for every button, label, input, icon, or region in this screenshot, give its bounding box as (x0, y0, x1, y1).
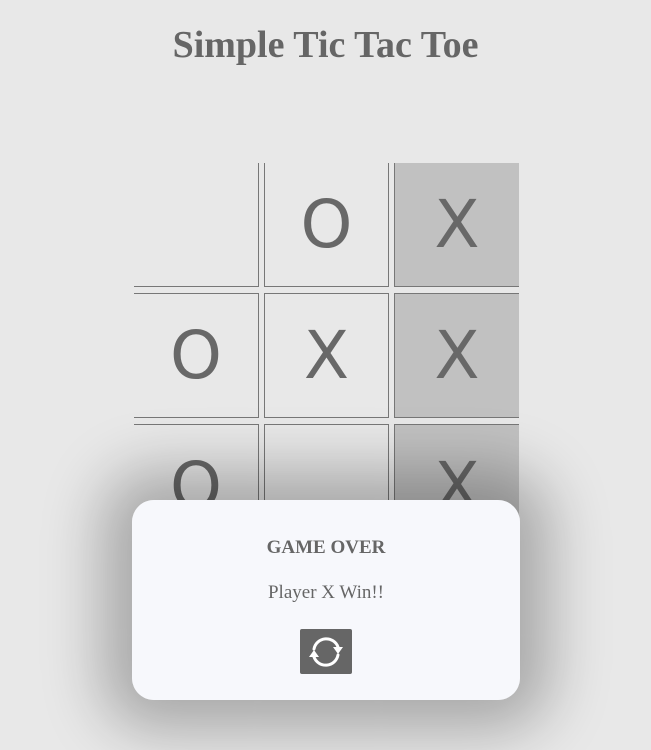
board-cell[interactable]: X (264, 293, 389, 418)
board-cell[interactable]: X (394, 163, 519, 287)
board-cell[interactable]: X (394, 293, 519, 418)
game-over-modal: GAME OVER Player X Win!! (132, 500, 520, 700)
winner-message: Player X Win!! (267, 582, 385, 603)
board-cell[interactable]: O (264, 163, 389, 287)
board-cell[interactable] (134, 163, 259, 287)
board-cell[interactable]: O (134, 293, 259, 418)
restart-button[interactable] (300, 629, 352, 674)
refresh-icon (309, 636, 343, 667)
modal-title: GAME OVER (266, 537, 386, 558)
page-title: Simple Tic Tac Toe (172, 24, 479, 66)
